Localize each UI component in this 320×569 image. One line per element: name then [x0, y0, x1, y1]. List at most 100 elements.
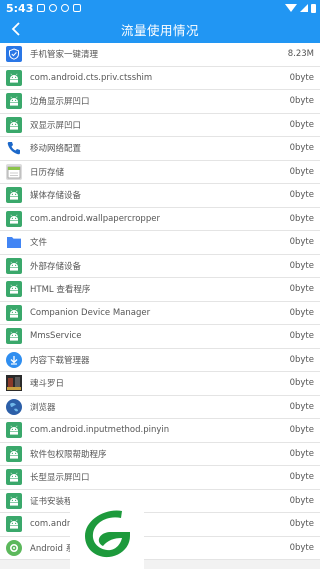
- page-title: 流量使用情况: [120, 23, 199, 38]
- android-icon: [6, 69, 22, 86]
- android-icon: [6, 93, 22, 110]
- battery-icon: [311, 3, 316, 13]
- list-item[interactable]: 长型显示屏凹口 0byte: [0, 466, 320, 490]
- app-name: 手机管家一键清理: [30, 50, 99, 61]
- list-item[interactable]: com.android.wallpapercropper 0byte: [0, 207, 320, 231]
- app-name: HTML 查看程序: [30, 285, 91, 296]
- app-name: Companion Device Manager: [30, 307, 151, 318]
- app-name: 长型显示屏凹口: [30, 473, 90, 484]
- android-icon: [6, 304, 22, 321]
- android-icon: [6, 210, 22, 227]
- data-usage-value: 0byte: [289, 495, 314, 506]
- list-item[interactable]: MmsService 0byte: [0, 325, 320, 349]
- android-icon: [6, 445, 22, 462]
- app-name: 日历存储: [30, 167, 65, 178]
- status-time: 5:43: [6, 1, 34, 15]
- android-icon: [6, 328, 22, 345]
- notification-circle-icon: [49, 4, 58, 12]
- android-icon: [6, 469, 22, 486]
- data-usage-value: 0byte: [289, 237, 314, 248]
- list-item[interactable]: 边角显示屏凹口 0byte: [0, 90, 320, 114]
- data-usage-value: 0byte: [289, 401, 314, 412]
- wifi-icon: [285, 4, 297, 12]
- calendar-icon: [6, 163, 22, 180]
- notification-circle-icon: [61, 4, 70, 12]
- data-usage-value: 0byte: [289, 260, 314, 271]
- notification-square-icon: [37, 4, 46, 12]
- app-name: 文件: [30, 238, 48, 249]
- data-usage-value: 0byte: [289, 354, 314, 365]
- floating-logo[interactable]: [70, 495, 144, 569]
- list-item[interactable]: 文件 0byte: [0, 231, 320, 255]
- data-usage-value: 0byte: [289, 143, 314, 154]
- browser-globe-icon: [6, 398, 22, 415]
- status-right: [285, 3, 316, 13]
- list-item[interactable]: 外部存储设备 0byte: [0, 254, 320, 278]
- game-icon: [6, 375, 22, 392]
- leaf-logo-icon: [85, 510, 130, 558]
- app-name: 媒体存储设备: [30, 191, 82, 202]
- data-usage-value: 0byte: [289, 190, 314, 201]
- data-usage-value: 0byte: [289, 284, 314, 295]
- phone-icon: [6, 140, 22, 156]
- android-icon: [6, 516, 22, 533]
- app-name: 软件包权限帮助程序: [30, 449, 107, 460]
- data-usage-value: 0byte: [289, 119, 314, 130]
- list-item[interactable]: 移动网络配置 0byte: [0, 137, 320, 161]
- signal-icon: [300, 4, 308, 12]
- shield-icon: [6, 46, 22, 63]
- app-name: 魂斗罗日: [30, 379, 65, 390]
- data-usage-value: 0byte: [289, 166, 314, 177]
- android-icon: [6, 116, 22, 133]
- app-name: 浏览器: [30, 402, 56, 413]
- app-name: 边角显示屏凹口: [30, 97, 90, 108]
- android-icon: [6, 281, 22, 298]
- data-usage-value: 0byte: [289, 448, 314, 459]
- folder-icon: [6, 234, 22, 250]
- list-item[interactable]: com.android.inputmethod.pinyin 0byte: [0, 419, 320, 443]
- data-usage-value: 8.23M: [287, 49, 314, 60]
- android-icon: [6, 257, 22, 274]
- app-name: 外部存储设备: [30, 261, 82, 272]
- list-item[interactable]: 软件包权限帮助程序 0byte: [0, 442, 320, 466]
- traffic-usage-list: 手机管家一键清理 8.23M com.android.cts.priv.ctsshi…: [0, 43, 320, 560]
- list-item[interactable]: com.andro 0byte: [0, 513, 320, 537]
- status-bar: 5:43: [0, 0, 320, 16]
- data-usage-value: 0byte: [289, 213, 314, 224]
- settings-gear-icon: [6, 539, 22, 556]
- data-usage-value: 0byte: [289, 472, 314, 483]
- data-usage-value: 0byte: [289, 331, 314, 342]
- app-name: com.android.wallpapercropper: [30, 213, 160, 224]
- data-usage-value: 0byte: [289, 519, 314, 530]
- list-item[interactable]: 内容下载管理器 0byte: [0, 348, 320, 372]
- list-item[interactable]: Android 系 0byte: [0, 536, 320, 560]
- app-name: 证书安装程: [30, 496, 73, 507]
- list-item[interactable]: 媒体存储设备 0byte: [0, 184, 320, 208]
- list-item[interactable]: HTML 查看程序 0byte: [0, 278, 320, 302]
- list-item[interactable]: 手机管家一键清理 8.23M: [0, 43, 320, 67]
- data-usage-value: 0byte: [289, 378, 314, 389]
- list-item[interactable]: com.android.cts.priv.ctsshim 0byte: [0, 66, 320, 90]
- back-arrow-icon[interactable]: [9, 22, 23, 36]
- app-name: com.andro: [30, 519, 76, 530]
- app-bar: 流量使用情况: [0, 16, 320, 43]
- app-name: com.android.cts.priv.ctsshim: [30, 72, 153, 83]
- list-item[interactable]: 证书安装程 0byte: [0, 489, 320, 513]
- android-icon: [6, 422, 22, 439]
- app-name: 移动网络配置: [30, 144, 82, 155]
- list-item[interactable]: 双显示屏凹口 0byte: [0, 113, 320, 137]
- data-usage-value: 0byte: [289, 307, 314, 318]
- data-usage-value: 0byte: [289, 96, 314, 107]
- list-item[interactable]: 日历存储 0byte: [0, 160, 320, 184]
- app-name: 双显示屏凹口: [30, 120, 82, 131]
- status-left: 5:43: [6, 1, 82, 15]
- list-item[interactable]: Companion Device Manager 0byte: [0, 301, 320, 325]
- android-icon: [6, 187, 22, 204]
- data-usage-value: 0byte: [289, 425, 314, 436]
- data-usage-value: 0byte: [289, 542, 314, 553]
- list-item[interactable]: 魂斗罗日 0byte: [0, 372, 320, 396]
- list-item[interactable]: 浏览器 0byte: [0, 395, 320, 419]
- app-name: Android 系: [30, 543, 75, 554]
- android-icon: [6, 492, 22, 509]
- download-icon: [6, 351, 22, 368]
